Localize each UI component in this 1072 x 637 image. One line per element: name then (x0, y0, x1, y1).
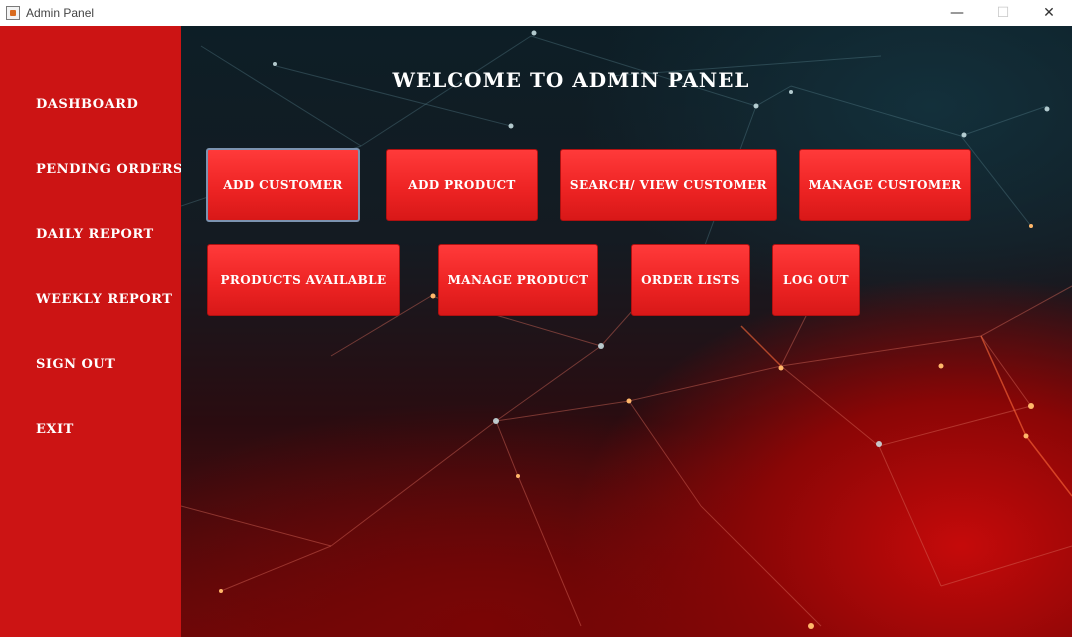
main-panel: WELCOME TO ADMIN PANEL ADD CUSTOMER ADD … (181, 26, 1072, 637)
sidebar-item-dashboard[interactable]: DASHBOARD (36, 97, 138, 112)
manage-product-button[interactable]: MANAGE PRODUCT (438, 244, 598, 316)
window-content: DASHBOARD PENDING ORDERS DAILY REPORT WE… (0, 26, 1072, 637)
network-background-image (181, 30, 1072, 629)
order-lists-button[interactable]: ORDER LISTS (631, 244, 750, 316)
sidebar-item-sign-out[interactable]: SIGN OUT (36, 357, 115, 372)
sidebar-item-daily-report[interactable]: DAILY REPORT (36, 227, 154, 242)
search-view-customer-button[interactable]: SEARCH/ VIEW CUSTOMER (560, 149, 777, 221)
minimize-button[interactable]: — (934, 0, 980, 26)
sidebar-item-exit[interactable]: EXIT (36, 422, 74, 437)
close-button[interactable]: ✕ (1026, 0, 1072, 26)
add-customer-button[interactable]: ADD CUSTOMER (206, 148, 360, 222)
page-title: WELCOME TO ADMIN PANEL (392, 68, 750, 92)
maximize-button[interactable]: ☐ (980, 0, 1026, 26)
add-product-button[interactable]: ADD PRODUCT (386, 149, 538, 221)
log-out-button[interactable]: LOG OUT (772, 244, 860, 316)
window-controls: — ☐ ✕ (934, 0, 1072, 26)
sidebar-item-weekly-report[interactable]: WEEKLY REPORT (36, 292, 172, 307)
manage-customer-button[interactable]: MANAGE CUSTOMER (799, 149, 971, 221)
java-app-icon (6, 6, 20, 20)
title-bar: Admin Panel — ☐ ✕ (0, 0, 1072, 27)
products-available-button[interactable]: PRODUCTS AVAILABLE (207, 244, 400, 316)
sidebar-item-pending-orders[interactable]: PENDING ORDERS (36, 162, 183, 177)
window-title: Admin Panel (26, 6, 95, 20)
sidebar: DASHBOARD PENDING ORDERS DAILY REPORT WE… (0, 26, 183, 637)
